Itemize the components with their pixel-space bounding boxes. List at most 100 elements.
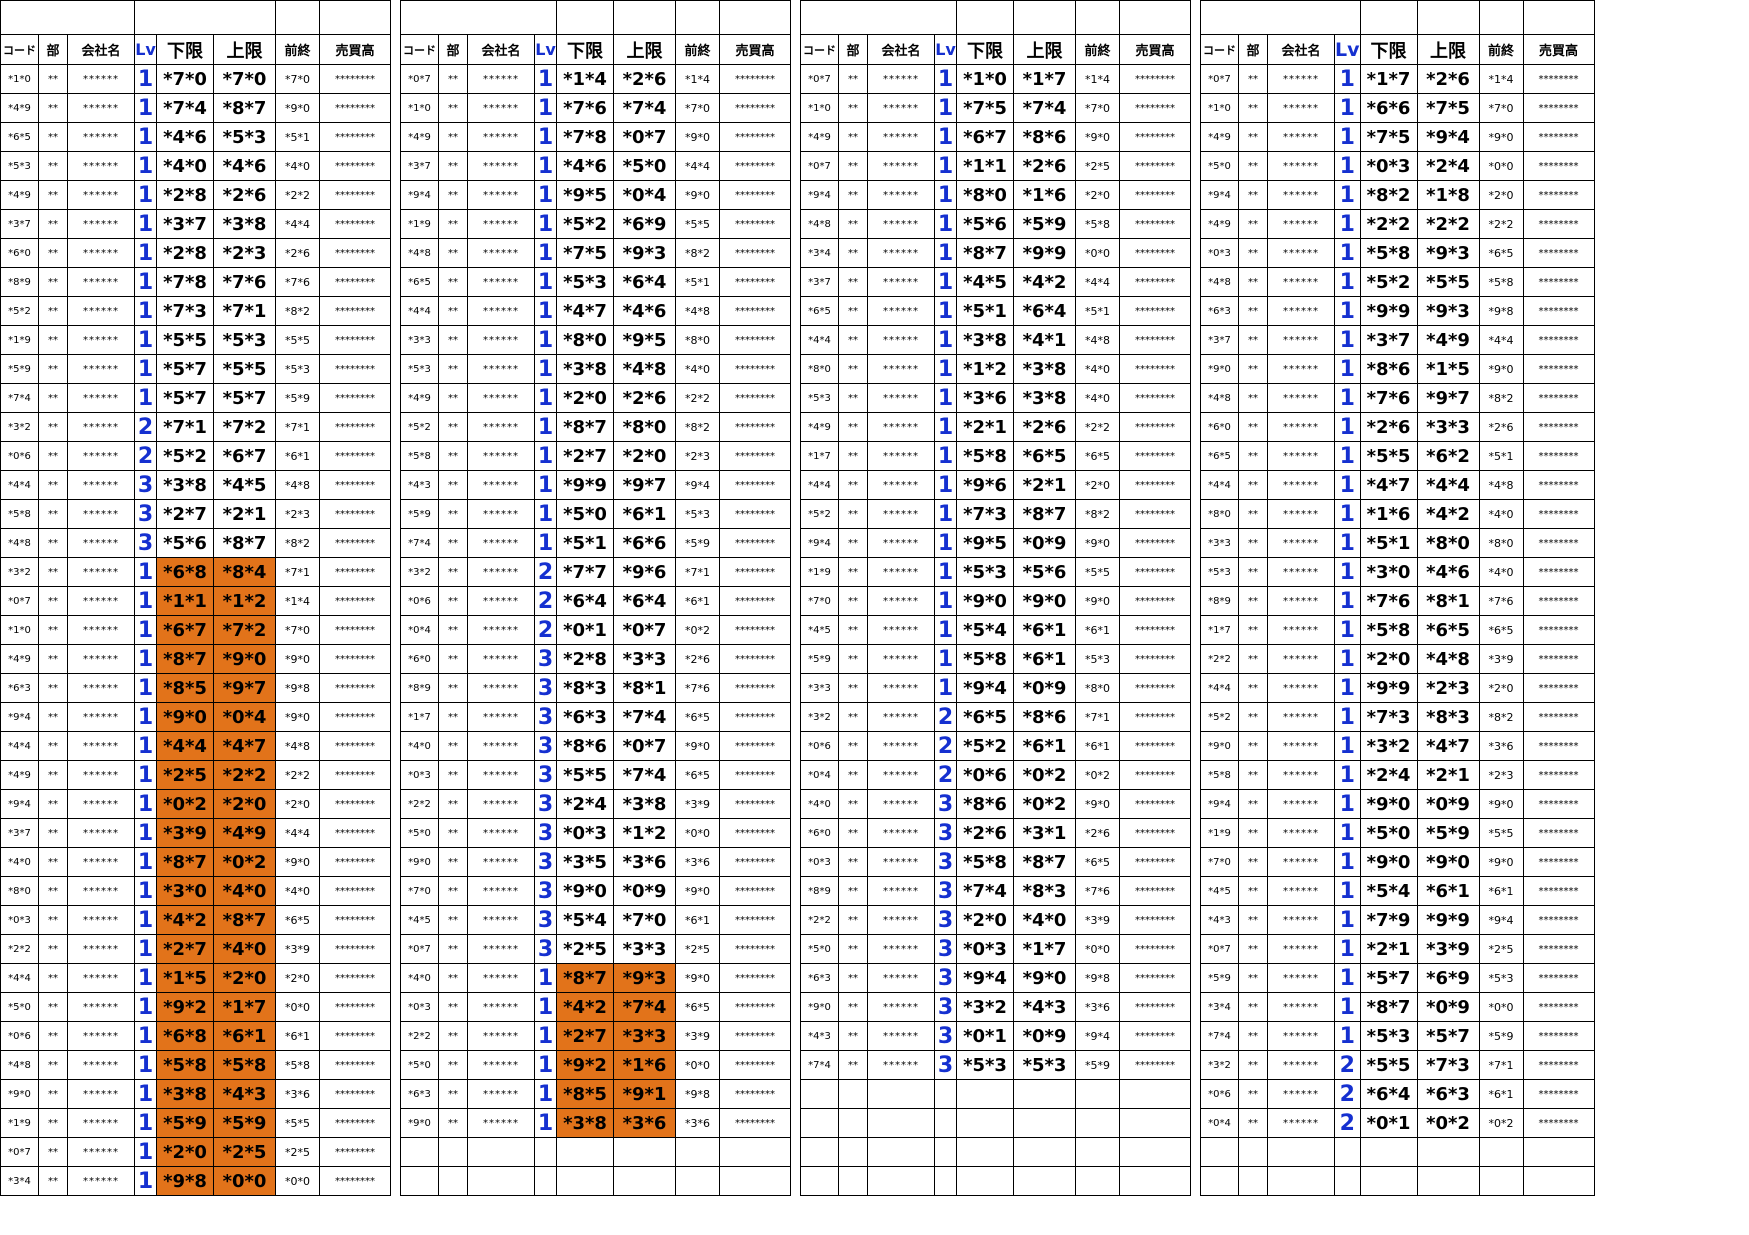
upper-limit[interactable]: *3*8 [1013, 383, 1076, 413]
trading-volume[interactable]: ******** [319, 93, 391, 123]
market-section[interactable]: ** [838, 1050, 868, 1080]
stock-code[interactable]: *1*9 [0, 325, 39, 355]
market-section[interactable]: ** [438, 180, 468, 210]
level-value[interactable]: 2 [534, 586, 557, 616]
trading-volume[interactable]: ******** [719, 789, 791, 819]
company-name[interactable]: ****** [1267, 876, 1335, 906]
market-section[interactable]: ** [38, 528, 68, 558]
trading-volume[interactable]: ******** [1522, 731, 1595, 761]
trading-volume[interactable]: ******** [1119, 470, 1191, 500]
level-value[interactable]: 1 [934, 93, 957, 123]
lower-limit[interactable]: *2*0 [156, 1137, 214, 1167]
lower-limit[interactable]: *6*6 [1359, 93, 1418, 123]
stock-code[interactable]: *4*0 [0, 847, 39, 877]
market-section[interactable]: ** [38, 383, 68, 413]
level-value[interactable]: 1 [134, 905, 157, 935]
upper-limit[interactable]: *0*2 [1013, 760, 1076, 790]
upper-limit[interactable]: *8*7 [213, 93, 276, 123]
lower-limit[interactable]: *2*1 [956, 412, 1014, 442]
unit-label[interactable] [719, 0, 791, 35]
company-name[interactable]: ****** [1267, 1079, 1335, 1109]
upper-limit[interactable]: *9*9 [1416, 905, 1480, 935]
empty-cell[interactable] [838, 1079, 868, 1109]
trading-volume[interactable]: ******** [1119, 180, 1191, 210]
unit-label[interactable] [1119, 0, 1191, 35]
lower-limit[interactable]: *7*5 [556, 238, 614, 268]
level-value[interactable]: 1 [534, 1079, 557, 1109]
stock-code[interactable]: *9*4 [0, 702, 39, 732]
stock-code[interactable]: *4*8 [0, 528, 39, 558]
market-section[interactable]: ** [38, 644, 68, 674]
upper-limit[interactable]: *4*8 [1416, 644, 1480, 674]
level-value[interactable]: 3 [534, 702, 557, 732]
previous-close[interactable]: *9*4 [1075, 1021, 1120, 1051]
trading-volume[interactable]: ******** [1119, 151, 1191, 181]
previous-close[interactable]: *4*4 [275, 209, 320, 239]
lower-limit[interactable]: *9*0 [1359, 847, 1418, 877]
upper-limit[interactable]: *4*7 [1416, 731, 1480, 761]
trading-volume[interactable]: ******** [1522, 963, 1595, 993]
stock-code[interactable]: *5*0 [400, 1050, 439, 1080]
market-section[interactable]: ** [438, 876, 468, 906]
level-value[interactable]: 2 [534, 557, 557, 587]
column-header[interactable]: Lv [1334, 34, 1361, 65]
level-value[interactable]: 1 [934, 238, 957, 268]
company-name[interactable]: ****** [867, 267, 935, 297]
upper-limit[interactable]: *7*4 [613, 760, 676, 790]
lower-limit[interactable]: *7*5 [1359, 122, 1418, 152]
level-value[interactable]: 1 [934, 470, 957, 500]
lower-limit[interactable]: *5*0 [1359, 818, 1418, 848]
lower-limit[interactable]: *7*6 [1359, 383, 1418, 413]
stock-code[interactable]: *2*2 [400, 789, 439, 819]
lower-limit[interactable]: *0*3 [556, 818, 614, 848]
previous-close[interactable]: *9*0 [1075, 586, 1120, 616]
column-header[interactable]: 下限 [1359, 34, 1418, 65]
company-name[interactable]: ****** [1267, 644, 1335, 674]
lower-limit[interactable]: *4*5 [956, 267, 1014, 297]
level-value[interactable]: 1 [1334, 586, 1361, 616]
previous-close[interactable]: *6*5 [675, 992, 720, 1022]
trading-volume[interactable]: ******** [719, 876, 791, 906]
level-value[interactable]: 1 [1334, 702, 1361, 732]
lower-limit[interactable]: *7*3 [1359, 702, 1418, 732]
upper-limit[interactable]: *0*7 [613, 615, 676, 645]
upper-limit[interactable]: *3*8 [213, 209, 276, 239]
stock-code[interactable]: *4*4 [0, 963, 39, 993]
level-value[interactable]: 1 [534, 992, 557, 1022]
trading-volume[interactable]: ******** [1119, 876, 1191, 906]
previous-close[interactable]: *4*0 [675, 354, 720, 384]
lower-limit[interactable]: *4*7 [556, 296, 614, 326]
stock-code[interactable]: *3*4 [0, 1166, 39, 1196]
empty-cell[interactable] [400, 1166, 439, 1196]
column-header[interactable]: Lv [134, 34, 157, 65]
lower-limit[interactable]: *6*5 [956, 702, 1014, 732]
stock-code[interactable]: *8*9 [0, 267, 39, 297]
upper-limit[interactable]: *6*1 [1013, 615, 1076, 645]
market-section[interactable]: ** [438, 1108, 468, 1138]
lower-limit[interactable]: *9*5 [556, 180, 614, 210]
stock-code[interactable]: *2*2 [800, 905, 839, 935]
lower-limit[interactable]: *1*4 [556, 64, 614, 94]
previous-close[interactable]: *3*9 [1075, 905, 1120, 935]
upper-limit[interactable]: *2*5 [213, 1137, 276, 1167]
previous-close[interactable]: *5*9 [275, 383, 320, 413]
trading-volume[interactable]: ******** [1522, 122, 1595, 152]
lower-limit[interactable]: *5*3 [956, 557, 1014, 587]
company-name[interactable]: ****** [867, 934, 935, 964]
lower-limit[interactable]: *6*4 [556, 586, 614, 616]
stock-code[interactable]: *1*7 [1200, 615, 1239, 645]
upper-limit[interactable]: *2*1 [1416, 760, 1480, 790]
company-name[interactable]: ****** [1267, 557, 1335, 587]
previous-close[interactable]: *1*4 [275, 586, 320, 616]
lower-limit[interactable]: *8*3 [556, 673, 614, 703]
empty-cell[interactable] [1013, 1166, 1076, 1196]
stock-code[interactable]: *4*5 [400, 905, 439, 935]
company-name[interactable]: ****** [67, 992, 135, 1022]
trading-volume[interactable]: ******** [1522, 180, 1595, 210]
level-value[interactable]: 1 [534, 93, 557, 123]
empty-cell[interactable] [1075, 1108, 1120, 1138]
company-name[interactable]: ****** [67, 528, 135, 558]
trading-volume[interactable]: ******** [1119, 992, 1191, 1022]
market-section[interactable]: ** [38, 412, 68, 442]
previous-close[interactable]: *2*6 [275, 238, 320, 268]
